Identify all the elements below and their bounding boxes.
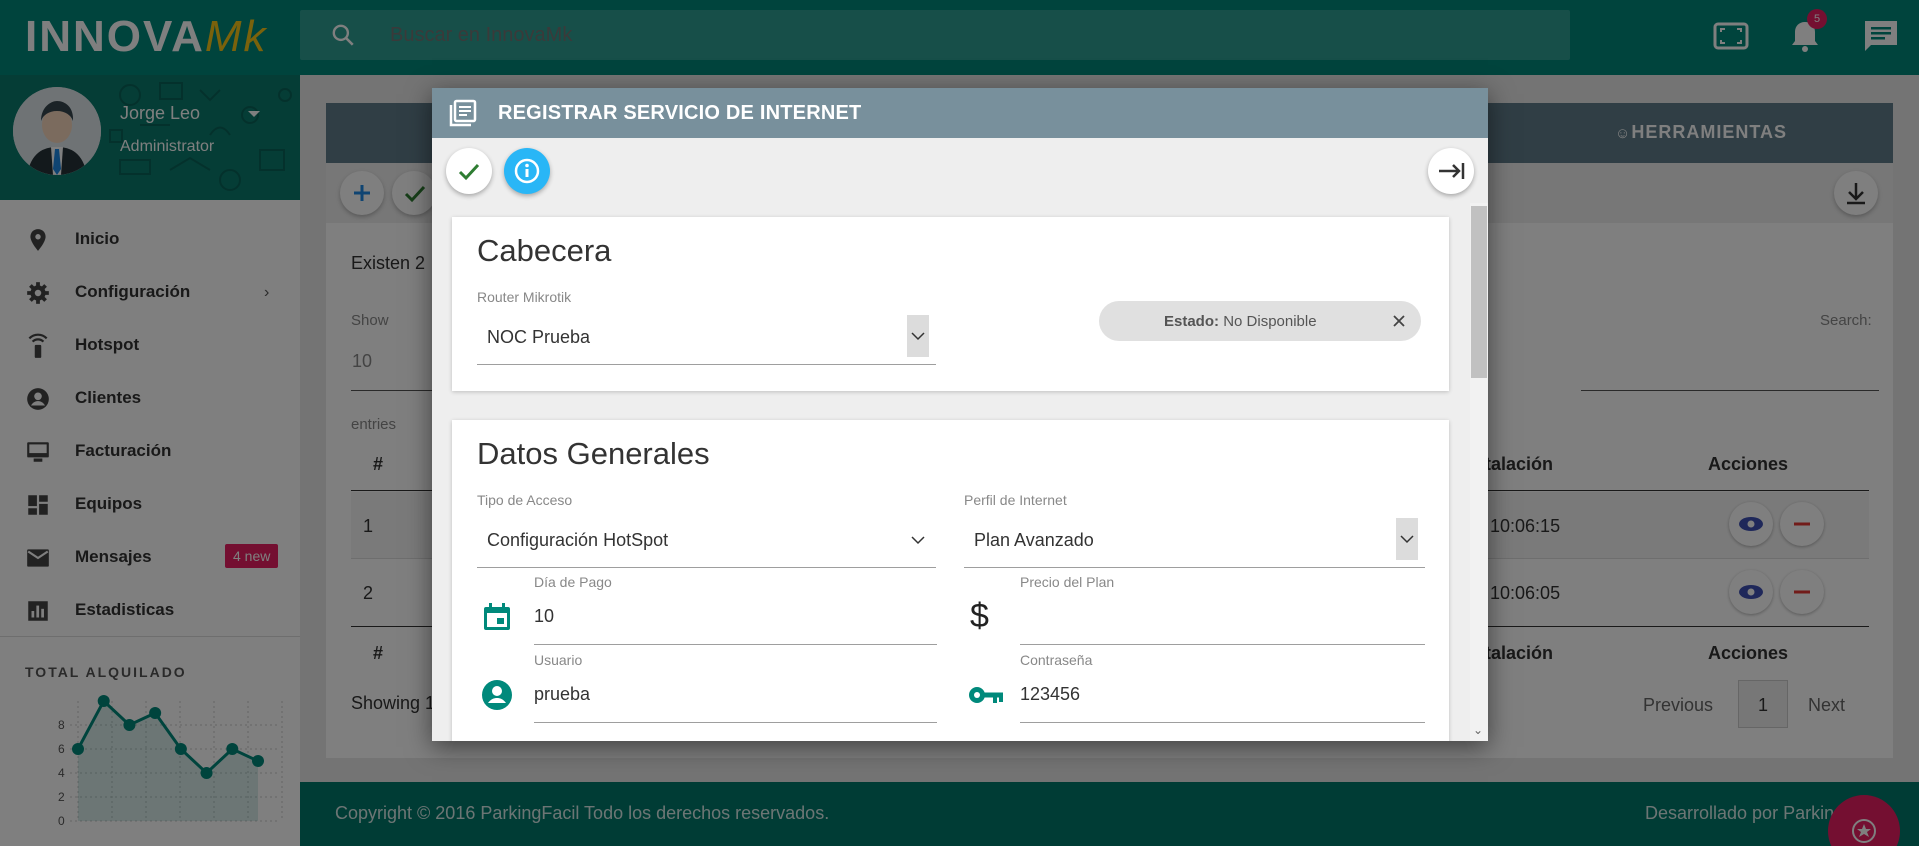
modal-scrollbar-thumb[interactable] <box>1471 206 1487 378</box>
router-label: Router Mikrotik <box>477 289 572 305</box>
modal-title: REGISTRAR SERVICIO DE INTERNET <box>498 102 862 124</box>
save-button[interactable] <box>446 148 492 194</box>
chevron-down-icon <box>911 332 925 341</box>
usuario-underline <box>534 722 937 723</box>
scroll-down-arrow-icon[interactable]: ⌄ <box>1473 723 1483 737</box>
tipo-acceso-underline <box>477 567 936 568</box>
status-text: Estado: No Disponible <box>1164 313 1317 330</box>
calendar-icon <box>484 603 510 630</box>
tipo-acceso-select[interactable]: Configuración HotSpot <box>487 530 668 551</box>
modal-body[interactable]: Cabecera Router Mikrotik NOC Prueba Esta… <box>432 203 1470 741</box>
card-title: Datos Generales <box>477 436 710 471</box>
password-label: Contraseña <box>1020 652 1093 668</box>
key-icon <box>969 687 1003 703</box>
close-icon[interactable] <box>1391 313 1407 329</box>
info-icon <box>514 158 540 184</box>
dia-pago-input[interactable]: 10 <box>534 606 554 627</box>
dia-pago-underline <box>534 644 937 645</box>
password-underline <box>1020 722 1425 723</box>
usuario-label: Usuario <box>534 652 583 668</box>
router-select[interactable]: NOC Prueba <box>487 327 590 348</box>
tipo-acceso-label: Tipo de Acceso <box>477 492 573 508</box>
register-internet-modal: REGISTRAR SERVICIO DE INTERNET Cabecera … <box>432 88 1488 741</box>
precio-label: Precio del Plan <box>1020 574 1115 590</box>
close-modal-button[interactable] <box>1428 148 1474 194</box>
modal-header: REGISTRAR SERVICIO DE INTERNET <box>432 88 1488 138</box>
info-button[interactable] <box>504 148 550 194</box>
password-input[interactable]: 123456 <box>1020 684 1080 705</box>
status-value: No Disponible <box>1223 313 1317 330</box>
card-title: Cabecera <box>477 233 612 268</box>
perfil-underline <box>964 567 1425 568</box>
dia-pago-label: Día de Pago <box>534 574 612 590</box>
dollar-icon: $ <box>970 597 989 635</box>
perfil-select[interactable]: Plan Avanzado <box>974 530 1094 551</box>
status-chip[interactable]: Estado: No Disponible <box>1099 301 1421 341</box>
chevron-down-icon[interactable] <box>907 532 929 550</box>
exit-arrow-icon <box>1439 163 1465 179</box>
cabecera-card: Cabecera Router Mikrotik NOC Prueba Esta… <box>452 217 1449 391</box>
perfil-label: Perfil de Internet <box>964 492 1067 508</box>
status-label: Estado: <box>1164 313 1220 330</box>
modal-toolbar <box>432 138 1488 203</box>
datos-generales-card: Datos Generales Tipo de Acceso Configura… <box>452 420 1449 741</box>
check-icon <box>458 163 480 181</box>
library-books-icon <box>449 99 477 127</box>
perfil-dropdown-button[interactable] <box>1396 518 1418 560</box>
chevron-down-icon <box>1400 535 1414 544</box>
router-dropdown-button[interactable] <box>907 315 929 357</box>
router-underline <box>477 364 936 365</box>
precio-underline <box>1020 644 1425 645</box>
usuario-input[interactable]: prueba <box>534 684 590 705</box>
account-circle-icon <box>482 680 512 710</box>
